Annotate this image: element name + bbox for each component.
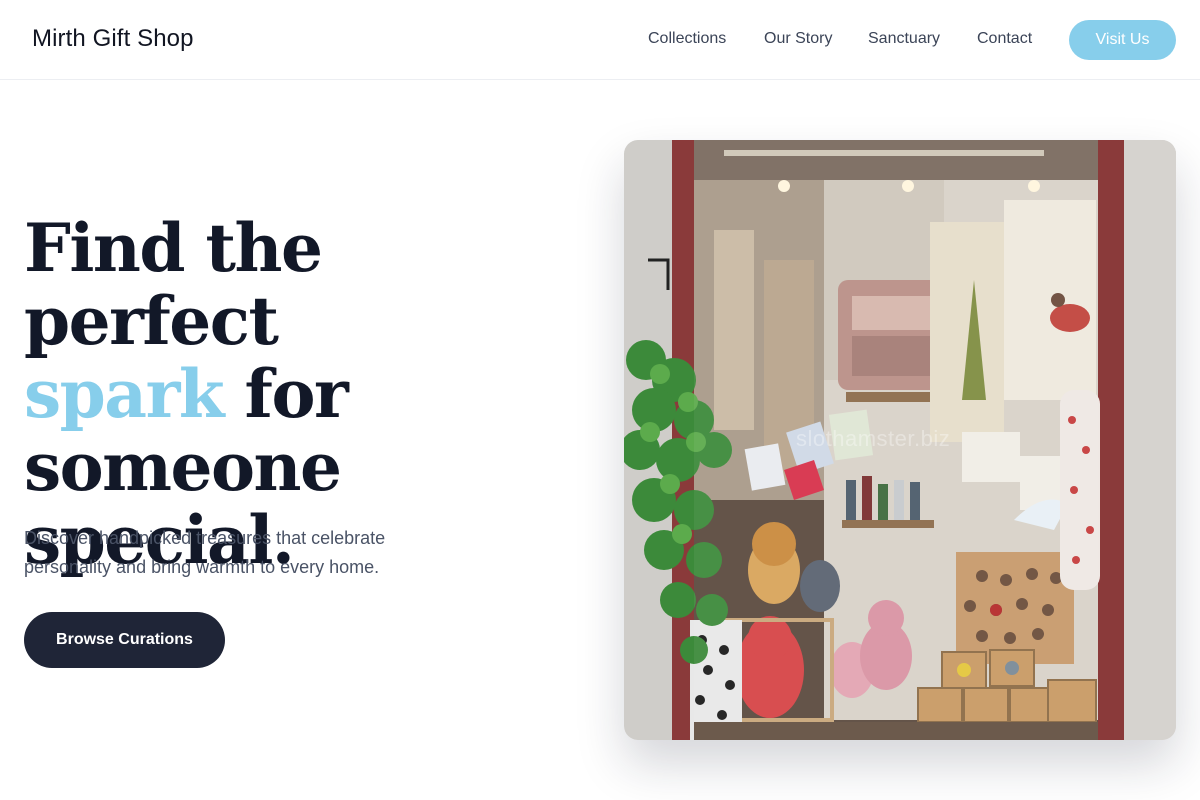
headline-accent-word: spark bbox=[24, 355, 225, 433]
nav-link-sanctuary[interactable]: Sanctuary bbox=[868, 30, 940, 48]
image-watermark: slothamster.biz bbox=[796, 426, 951, 451]
browse-curations-button[interactable]: Browse Curations bbox=[24, 612, 225, 668]
nav-link-contact[interactable]: Contact bbox=[977, 30, 1032, 48]
headline-line-1: Find the perfect bbox=[24, 209, 323, 360]
main-nav: Collections Our Story Sanctuary Contact bbox=[0, 30, 1200, 50]
nav-link-collections[interactable]: Collections bbox=[648, 30, 726, 48]
hero-subtext: Discover handpicked treasures that celeb… bbox=[24, 528, 386, 577]
hero-shop-window-image: slothamster.biz bbox=[624, 140, 1176, 740]
hero-headline: Find the perfect spark for someone speci… bbox=[24, 212, 584, 577]
headline-line-2-rest: for bbox=[223, 355, 349, 433]
nav-link-our-story[interactable]: Our Story bbox=[764, 30, 832, 48]
visit-us-button[interactable]: Visit Us bbox=[1069, 20, 1176, 60]
headline-line-3: someone bbox=[24, 428, 342, 506]
site-header: Mirth Gift Shop Collections Our Story Sa… bbox=[0, 0, 1200, 80]
